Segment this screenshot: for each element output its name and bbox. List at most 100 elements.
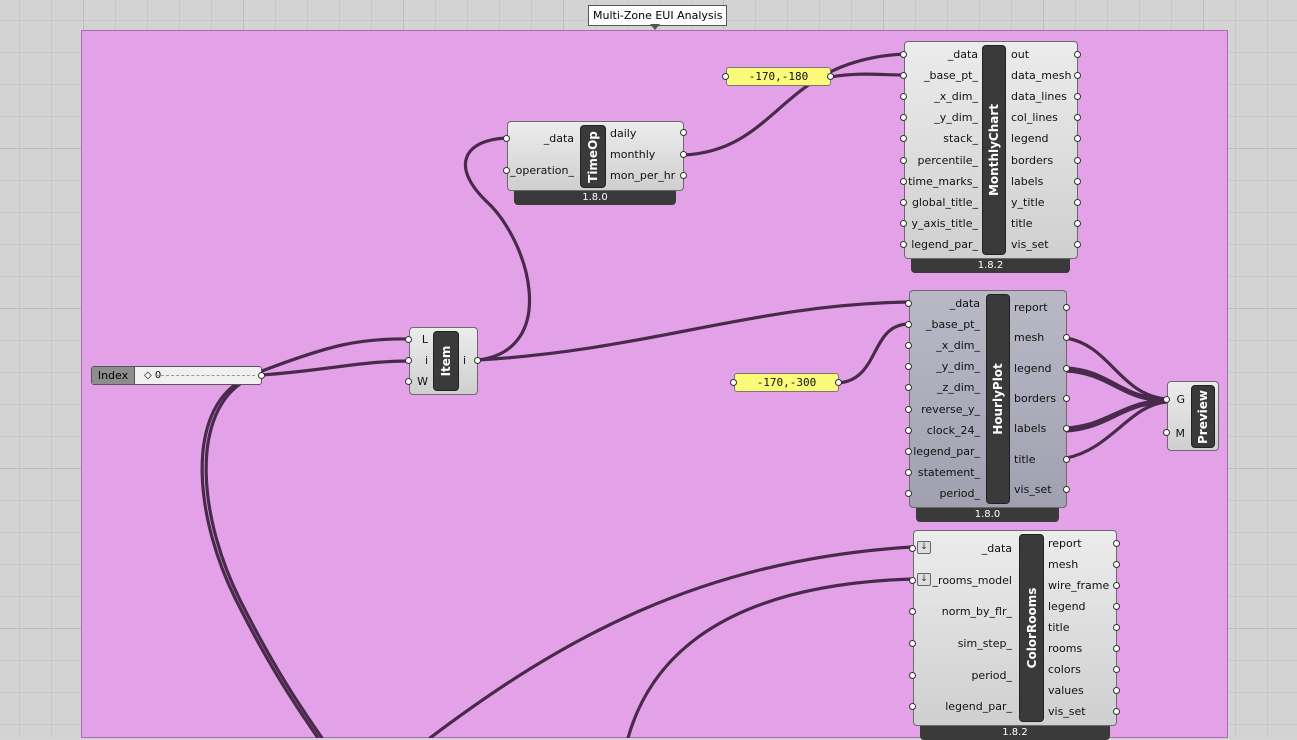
colorrooms-output-4[interactable]: title xyxy=(1048,621,1070,635)
hourlyplot-output-0[interactable]: report xyxy=(1014,301,1048,315)
hourlyplot-input-4[interactable]: _z_dim_ xyxy=(937,381,980,395)
item-grip-L[interactable] xyxy=(405,336,412,343)
hourlyplot-input-6[interactable]: clock_24_ xyxy=(927,424,980,438)
monthlychart-output-grip-5[interactable] xyxy=(1074,156,1081,164)
monthlychart-input-grip-6[interactable] xyxy=(900,177,907,185)
hourlyplot-output-grip-6[interactable] xyxy=(1063,485,1070,493)
panel-monthly-grip-in[interactable] xyxy=(722,73,729,80)
preview-component[interactable]: G M Preview xyxy=(1167,381,1219,451)
colorrooms-input-5[interactable]: legend_par_ xyxy=(945,700,1012,714)
hourlyplot-output-grip-3[interactable] xyxy=(1063,395,1070,402)
timeop-grip-daily[interactable] xyxy=(680,129,687,136)
colorrooms-input-grip-1[interactable] xyxy=(909,576,916,584)
colorrooms-data-flatten-icon[interactable]: ↓ xyxy=(917,541,931,554)
index-slider[interactable]: Index ◇ 0 xyxy=(91,366,262,385)
colorrooms-input-4[interactable]: period_ xyxy=(971,669,1012,683)
hourlyplot-input-0[interactable]: _data xyxy=(950,297,980,311)
timeop-grip-monthly[interactable] xyxy=(680,151,687,158)
hourlyplot-input-1[interactable]: _base_pt_ xyxy=(926,318,980,332)
slider-output-grip[interactable] xyxy=(258,372,265,379)
monthlychart-output-4[interactable]: legend xyxy=(1011,132,1049,146)
timeop-output-mon-per-hr[interactable]: mon_per_hr xyxy=(610,169,675,183)
panel-hourly-base-pt[interactable]: -170,-300 xyxy=(734,373,839,392)
hourlyplot-component[interactable]: HourlyPlot _data _base_pt_ _x_dim_ _y_dim_ _… xyxy=(909,290,1067,508)
timeop-input-data[interactable]: _data xyxy=(544,132,574,146)
monthlychart-input-7[interactable]: global_title_ xyxy=(912,196,978,210)
monthlychart-input-grip-2[interactable] xyxy=(900,93,907,100)
panel-hourly-grip-in[interactable] xyxy=(730,379,737,386)
monthlychart-input-5[interactable]: percentile_ xyxy=(917,154,978,168)
timeop-caption[interactable]: TimeOp xyxy=(580,125,606,188)
slider-track[interactable] xyxy=(156,375,255,376)
hourlyplot-input-grip-7[interactable] xyxy=(905,448,912,455)
item-input-W[interactable]: W xyxy=(417,375,428,389)
monthlychart-output-3[interactable]: col_lines xyxy=(1011,111,1058,125)
monthlychart-output-5[interactable]: borders xyxy=(1011,154,1053,168)
item-grip-out[interactable] xyxy=(474,357,481,364)
panel-monthly-base-pt[interactable]: -170,-180 xyxy=(726,67,831,86)
panel-monthly-grip-out[interactable] xyxy=(827,73,834,80)
timeop-grip-operation[interactable] xyxy=(503,167,510,174)
colorrooms-input-grip-3[interactable] xyxy=(909,639,916,647)
monthlychart-input-3[interactable]: _y_dim_ xyxy=(934,111,978,125)
colorrooms-output-7[interactable]: values xyxy=(1048,684,1084,698)
monthlychart-output-7[interactable]: y_title xyxy=(1011,196,1045,210)
hourlyplot-input-7[interactable]: legend_par_ xyxy=(913,445,980,459)
colorrooms-input-grip-4[interactable] xyxy=(909,671,916,679)
colorrooms-caption[interactable]: ColorRooms xyxy=(1019,534,1044,722)
item-grip-W[interactable] xyxy=(405,378,412,385)
group-title[interactable]: Multi-Zone EUI Analysis xyxy=(588,5,728,26)
monthlychart-output-grip-1[interactable] xyxy=(1074,71,1081,79)
monthlychart-output-0[interactable]: out xyxy=(1011,48,1029,62)
monthlychart-output-grip-0[interactable] xyxy=(1074,50,1081,58)
hourlyplot-input-8[interactable]: statement_ xyxy=(918,466,980,480)
timeop-input-operation[interactable]: _operation_ xyxy=(510,164,574,178)
colorrooms-output-0[interactable]: report xyxy=(1048,537,1082,551)
colorrooms-output-grip-3[interactable] xyxy=(1113,602,1120,610)
monthlychart-component[interactable]: MonthlyChart _data _base_pt_ _x_dim_ _y_dim… xyxy=(904,41,1078,259)
timeop-component[interactable]: _data _operation_ TimeOp daily monthly m… xyxy=(507,121,684,191)
monthlychart-input-grip-5[interactable] xyxy=(900,156,907,164)
hourlyplot-output-grip-5[interactable] xyxy=(1063,455,1070,463)
colorrooms-output-grip-4[interactable] xyxy=(1113,624,1120,631)
colorrooms-output-8[interactable]: vis_set xyxy=(1048,705,1086,719)
colorrooms-output-grip-1[interactable] xyxy=(1113,560,1120,568)
hourlyplot-input-2[interactable]: _x_dim_ xyxy=(936,339,980,353)
preview-grip-M[interactable] xyxy=(1163,429,1170,436)
timeop-output-daily[interactable]: daily xyxy=(610,127,636,141)
hourlyplot-output-grip-2[interactable] xyxy=(1063,364,1070,372)
colorrooms-input-2[interactable]: norm_by_flr_ xyxy=(942,605,1012,619)
preview-input-G[interactable]: G xyxy=(1176,393,1185,407)
monthlychart-input-0[interactable]: _data xyxy=(948,48,978,62)
monthlychart-input-9[interactable]: legend_par_ xyxy=(911,238,978,252)
colorrooms-output-6[interactable]: colors xyxy=(1048,663,1081,677)
monthlychart-output-6[interactable]: labels xyxy=(1011,175,1043,189)
hourlyplot-output-1[interactable]: mesh xyxy=(1014,331,1044,345)
monthlychart-output-2[interactable]: data_lines xyxy=(1011,90,1067,104)
monthlychart-input-4[interactable]: stack_ xyxy=(943,132,978,146)
colorrooms-output-3[interactable]: legend xyxy=(1048,600,1086,614)
colorrooms-component[interactable]: ColorRooms _data _rooms_model norm_by_flr_… xyxy=(913,530,1117,726)
hourlyplot-output-2[interactable]: legend xyxy=(1014,362,1052,376)
hourlyplot-input-grip-6[interactable] xyxy=(905,426,912,434)
preview-caption[interactable]: Preview xyxy=(1191,385,1215,448)
monthlychart-output-8[interactable]: title xyxy=(1011,217,1033,231)
colorrooms-output-5[interactable]: rooms xyxy=(1048,642,1082,656)
colorrooms-output-grip-0[interactable] xyxy=(1113,539,1120,547)
hourlyplot-output-6[interactable]: vis_set xyxy=(1014,483,1052,497)
monthlychart-input-6[interactable]: time_marks_ xyxy=(908,175,978,189)
hourlyplot-input-grip-2[interactable] xyxy=(905,342,912,349)
timeop-grip-data[interactable] xyxy=(503,135,510,142)
panel-hourly-grip-out[interactable] xyxy=(835,379,842,386)
preview-input-M[interactable]: M xyxy=(1176,427,1186,441)
colorrooms-input-grip-0[interactable] xyxy=(909,544,916,552)
hourlyplot-output-4[interactable]: labels xyxy=(1014,422,1046,436)
colorrooms-input-0[interactable]: _data xyxy=(982,542,1012,556)
hourlyplot-input-grip-5[interactable] xyxy=(905,405,912,413)
colorrooms-model-flatten-icon[interactable]: ↓ xyxy=(917,573,931,586)
colorrooms-output-grip-2[interactable] xyxy=(1113,581,1120,589)
hourlyplot-output-3[interactable]: borders xyxy=(1014,392,1056,406)
timeop-grip-mon-per-hr[interactable] xyxy=(680,172,687,179)
item-input-L[interactable]: L xyxy=(422,333,428,347)
hourlyplot-input-9[interactable]: period_ xyxy=(939,487,980,501)
